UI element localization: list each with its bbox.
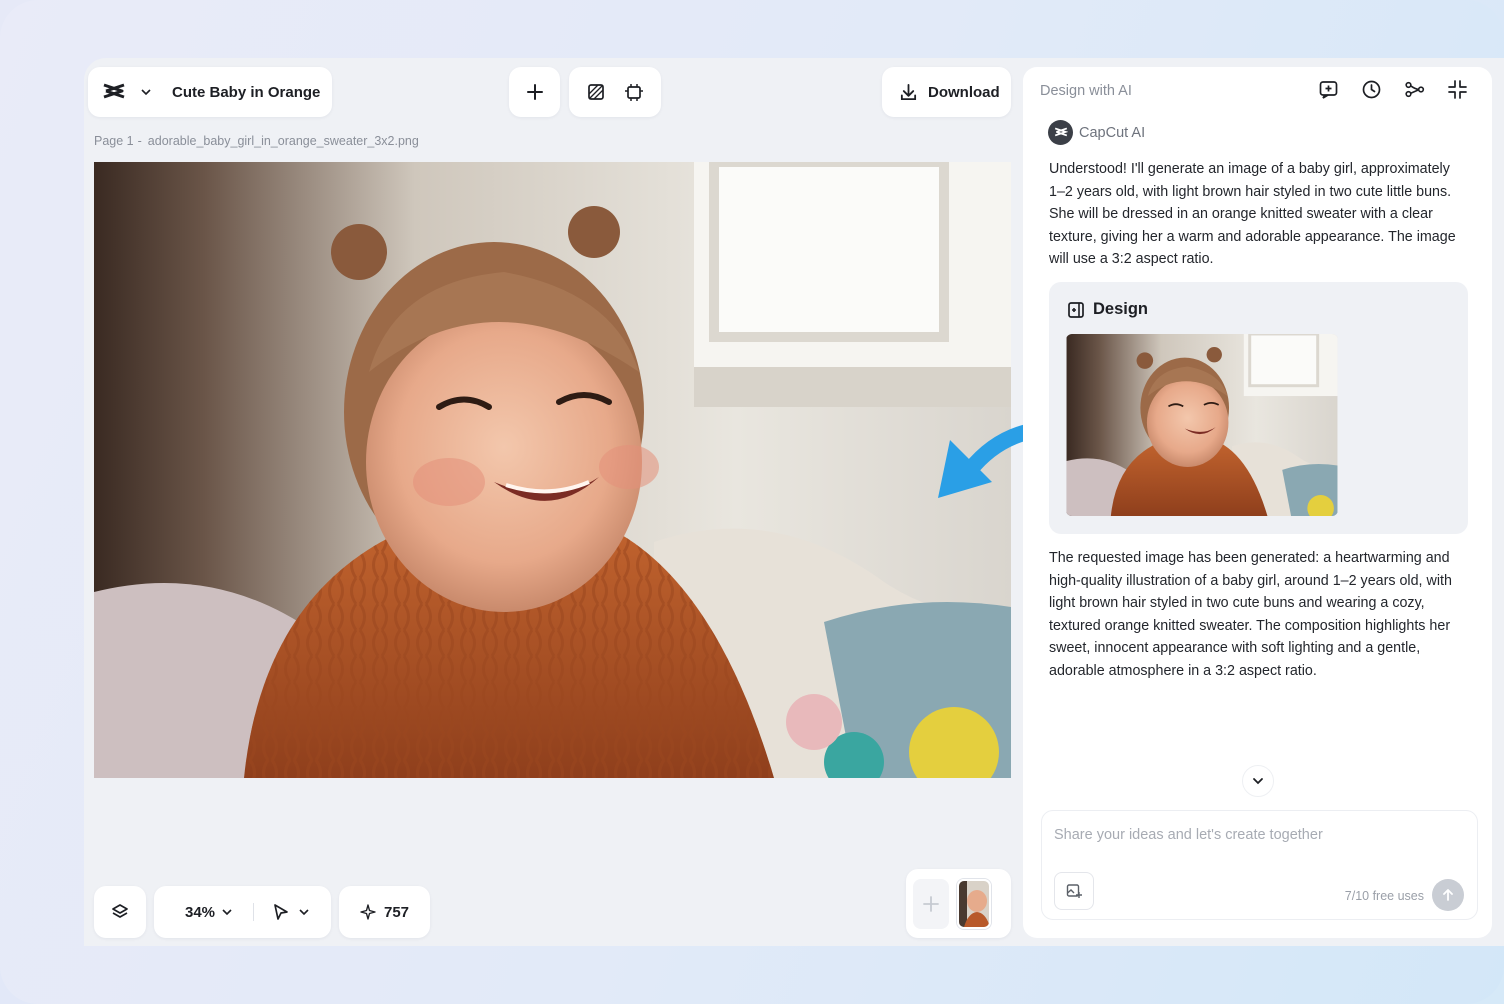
chevron-down-icon[interactable] (221, 906, 233, 918)
add-element-button[interactable] (509, 67, 560, 117)
document-title[interactable]: Cute Baby in Orange (172, 84, 320, 101)
new-chat-icon[interactable] (1318, 79, 1339, 100)
download-label: Download (928, 83, 1000, 101)
plus-icon (923, 895, 939, 912)
history-icon[interactable] (1361, 79, 1382, 100)
capcut-logo-icon (1048, 120, 1073, 145)
design-result-card[interactable]: Design (1049, 282, 1468, 534)
design-card-title: Design (1093, 300, 1149, 318)
zoom-control: 34% (154, 886, 331, 938)
image-upload-button[interactable] (1054, 872, 1094, 910)
document-title-card[interactable]: Cute Baby in Orange (88, 67, 332, 117)
ai-name: CapCut AI (1079, 124, 1146, 141)
ai-message-1: Understood! I'll generate an image of a … (1049, 161, 1456, 268)
layers-icon (112, 904, 128, 918)
chat-composer: 7/10 free uses (1041, 810, 1478, 920)
add-page-button[interactable] (913, 878, 949, 929)
share-icon[interactable] (1404, 79, 1425, 100)
chat-input[interactable] (1054, 827, 1454, 843)
scroll-down-button[interactable] (1242, 765, 1274, 797)
chevron-down-icon[interactable] (140, 86, 152, 98)
send-arrow-icon (1443, 889, 1453, 901)
page-thumbnails (906, 869, 1011, 938)
page-thumbnail[interactable] (957, 878, 991, 929)
image-tools-group (569, 67, 661, 117)
page-number: Page 1 (94, 134, 134, 148)
ai-message-2: The requested image has been generated: … (1049, 550, 1452, 679)
ai-panel: Design with AI CapCut AI Understood! I'l… (1023, 67, 1492, 938)
canvas-image[interactable] (94, 162, 1011, 778)
design-icon (1068, 301, 1084, 318)
plus-icon (526, 84, 543, 100)
page-filename[interactable]: adorable_baby_girl_in_orange_sweater_3x2… (148, 134, 419, 148)
layers-button[interactable] (94, 886, 146, 938)
design-thumbnail[interactable] (1066, 334, 1338, 516)
collapse-icon[interactable] (1447, 79, 1468, 100)
resize-icon[interactable] (624, 82, 644, 102)
capcut-logo-icon[interactable] (102, 83, 126, 101)
chevron-down-icon[interactable] (298, 906, 310, 918)
send-button[interactable] (1432, 879, 1464, 911)
baby-photo[interactable] (94, 162, 1011, 778)
sparkle-icon (360, 904, 376, 920)
download-icon (900, 83, 917, 100)
image-upload-icon (1066, 884, 1082, 898)
divider (253, 903, 255, 921)
panel-toolbar (1318, 79, 1468, 100)
zoom-value[interactable]: 34% (185, 904, 215, 921)
background-remove-icon[interactable] (586, 82, 606, 102)
ai-sender-tag: CapCut AI (1048, 120, 1145, 145)
design-card-header: Design (1067, 300, 1148, 319)
download-button[interactable]: Download (882, 67, 1011, 117)
page-label: Page 1- adorable_baby_girl_in_orange_swea… (94, 134, 419, 148)
panel-title: Design with AI (1040, 83, 1132, 99)
pointer-icon[interactable] (272, 903, 290, 921)
credits-count: 757 (384, 903, 410, 921)
credits-button[interactable]: 757 (339, 886, 430, 938)
free-uses-counter: 7/10 free uses (1344, 889, 1424, 903)
page-separator: - (137, 134, 142, 148)
chevron-down-icon (1253, 778, 1263, 785)
